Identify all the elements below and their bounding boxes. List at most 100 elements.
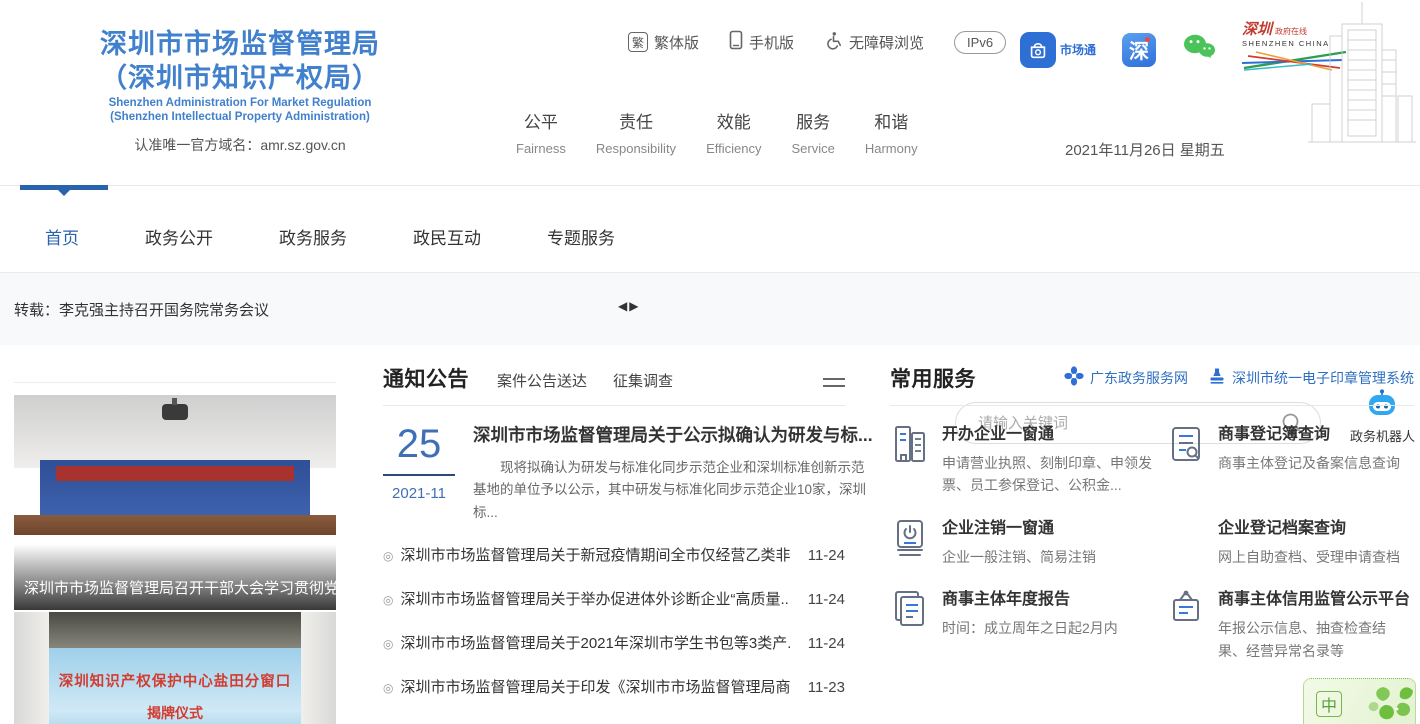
service-registry-query[interactable]: 商事登记簿查询 商事主体登记及备案信息查询 [1166,420,1420,497]
service-desc: 时间：成立周年之日起2月内 [942,617,1152,639]
value-en: Responsibility [596,141,676,156]
value-harmony: 和谐 Harmony [865,108,918,156]
slide1-caption-text: 深圳市市场监督管理局召开干部大会学习贯彻党的十... [14,577,336,610]
header-app-icons: 市场通 深 深圳政府在线 SHENZHEN CHINA [1020,22,1350,78]
services-title: 常用服务 [890,363,976,393]
bullet-icon: ◎ [383,681,393,695]
featured-title: 深圳市市场监督管理局关于公示拟确认为研发与标... [473,422,873,447]
value-zh: 服务 [791,108,834,133]
featured-day: 25 [383,424,455,476]
ishenzhen-app-icon[interactable]: 深 [1122,33,1156,67]
floating-widget[interactable]: 中 [1303,678,1416,724]
carousel-slide-meeting[interactable]: 深圳市市场监督管理局召开干部大会学习贯彻党的十... [14,395,336,610]
core-values: 公平 Fairness 责任 Responsibility 效能 Efficie… [516,108,918,156]
no-icon [1166,514,1218,568]
accessibility-label: 无障碍浏览 [849,32,924,53]
power-icon [890,514,942,568]
tab-surveys[interactable]: 征集调查 [613,370,673,391]
gd-gov-service-link[interactable]: 广东政务服务网 [1064,366,1188,389]
service-credit-platform[interactable]: 商事主体信用监管公示平台 年报公示信息、抽查检查结果、经营异常名录等 [1166,585,1420,662]
eseal-system-link[interactable]: 深圳市统一电子印章管理系统 [1208,367,1414,388]
service-open-business[interactable]: 开办企业一窗通 申请营业执照、刻制印章、申领发票、员工参保登记、公积金... [890,420,1162,497]
site-title-line1: 深圳市市场监督管理局 [30,28,450,62]
notice-item[interactable]: ◎ 深圳市市场监督管理局关于2021年深圳市学生书包等3类产... 11-24 [383,632,845,653]
notice-title: 深圳市市场监督管理局关于印发《深圳市市场监督管理局商... [400,676,789,697]
notice-item[interactable]: ◎ 深圳市市场监督管理局关于举办促进体外诊断企业“高质量... 11-24 [383,588,845,609]
slide2-banner: 深圳知识产权保护中心盐田分窗口 揭牌仪式 [49,648,300,724]
accessibility-icon [824,31,843,54]
value-fairness: 公平 Fairness [516,108,566,156]
stamp-icon [1208,367,1226,388]
nav-item-home[interactable]: 首页 [45,224,79,249]
site-logo: 深圳市市场监督管理局 （深圳市知识产权局） Shenzhen Administr… [30,28,450,155]
service-title: 商事登记簿查询 [1218,420,1410,444]
gd-gov-service-label: 广东政务服务网 [1090,368,1188,388]
value-zh: 公平 [516,108,566,133]
nav-item-services[interactable]: 政务服务 [279,224,347,249]
ticker-next-icon[interactable]: ▶ [629,299,640,313]
site-subtitle-en-line2: (Shenzhen Intellectual Property Administ… [30,110,450,125]
value-en: Service [791,141,834,156]
service-annual-report[interactable]: 商事主体年度报告 时间：成立周年之日起2月内 [890,585,1162,662]
mobile-version-link[interactable]: 手机版 [729,30,794,54]
more-icon[interactable] [823,373,845,393]
document-search-icon [1166,420,1218,497]
services-header: 常用服务 广东政务服务网 深圳市统一电子印章管理系统 [890,345,1414,406]
clover-leaves-icon [1345,679,1415,724]
traditional-chinese-label: 繁体版 [654,32,699,53]
value-zh: 和谐 [865,108,918,133]
notice-list: ◎ 深圳市市场监督管理局关于新冠疫情期间全市仅经营乙类非... 11-24 ◎ … [383,544,845,697]
service-desc: 网上自助查档、受理申请查档 [1218,546,1410,568]
slide2-ceiling [14,612,336,651]
notice-item[interactable]: ◎ 深圳市市场监督管理局关于新冠疫情期间全市仅经营乙类非... 11-24 [383,544,845,565]
site-subtitle-en-line1: Shenzhen Administration For Market Regul… [30,96,450,111]
notice-item[interactable]: ◎ 深圳市市场监督管理局关于印发《深圳市市场监督管理局商... 11-23 [383,676,845,697]
carousel-slide-ceremony[interactable]: 深圳知识产权保护中心盐田分窗口 揭牌仪式 [14,612,336,724]
nav-item-special[interactable]: 专题服务 [547,224,615,249]
official-domain-note: 认准唯一官方域名：amr.sz.gov.cn [30,135,450,155]
nav-item-interaction[interactable]: 政民互动 [413,224,481,249]
ticker-arrows: ◀▶ [618,299,640,313]
notice-date: 11-24 [808,547,845,564]
szgov-cn-small: 政府在线 [1275,27,1307,36]
traditional-chinese-link[interactable]: 繁 繁体版 [628,32,699,53]
service-desc: 商事主体登记及备案信息查询 [1218,452,1410,474]
slide-red-banner [56,466,294,481]
nav-item-public-info[interactable]: 政务公开 [145,224,213,249]
notice-title: 深圳市市场监督管理局关于新冠疫情期间全市仅经营乙类非... [400,544,789,565]
eseal-system-label: 深圳市统一电子印章管理系统 [1232,368,1414,388]
value-en: Fairness [516,141,566,156]
header: 深圳市市场监督管理局 （深圳市知识产权局） Shenzhen Administr… [0,0,1420,185]
nav-items: 首页 政务公开 政务服务 政民互动 专题服务 [45,224,615,249]
shichangtong-app-link[interactable]: 市场通 [1020,32,1096,68]
featured-notice[interactable]: 25 2021-11 深圳市市场监督管理局关于公示拟确认为研发与标... 现将拟… [383,422,845,524]
shichangtong-app-icon [1020,32,1056,68]
widget-zhong-glyph: 中 [1316,691,1342,717]
value-en: Harmony [865,141,918,156]
value-service: 服务 Service [791,108,834,156]
value-responsibility: 责任 Responsibility [596,108,676,156]
tab-case-announcements[interactable]: 案件公告送达 [497,370,587,391]
service-title: 企业登记档案查询 [1218,514,1410,538]
ticker-prev-icon[interactable]: ◀ [618,299,629,313]
value-zh: 效能 [706,108,761,133]
accessibility-link[interactable]: 无障碍浏览 [824,31,924,54]
slide-dais [14,515,336,534]
ticker-headline[interactable]: 转载：李克强主持召开国务院常务会议 [14,299,269,320]
ipv6-badge[interactable]: IPv6 [954,31,1006,54]
featured-date: 25 2021-11 [383,422,461,524]
notices-title: 通知公告 [383,363,469,393]
service-title: 企业注销一窗通 [942,514,1152,538]
service-deregistration[interactable]: 企业注销一窗通 企业一般注销、简易注销 [890,514,1162,568]
building-icon [890,420,942,497]
service-desc: 企业一般注销、简易注销 [942,546,1152,568]
bullet-icon: ◎ [383,637,393,651]
wechat-icon[interactable] [1182,33,1216,66]
bullet-icon: ◎ [383,593,393,607]
service-desc: 年报公示信息、抽查检查结果、经营异常名录等 [1218,617,1410,662]
building-sketch [1306,0,1418,162]
report-pages-icon [890,585,942,662]
service-archive-query[interactable]: 企业登记档案查询 网上自助查档、受理申请查档 [1166,514,1420,568]
bullet-icon: ◎ [383,549,393,563]
value-en: Efficiency [706,141,761,156]
